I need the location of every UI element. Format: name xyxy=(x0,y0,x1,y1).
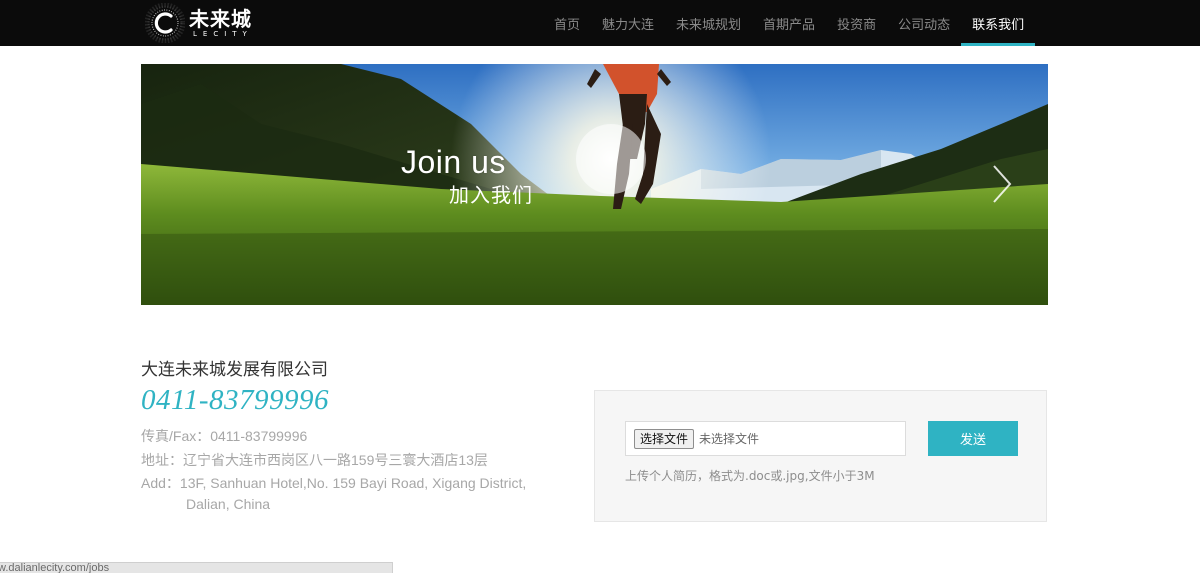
brand-name-cn: 未来城 xyxy=(189,7,252,31)
nav-item-charm-dalian[interactable]: 魅力大连 xyxy=(591,0,665,46)
file-input[interactable]: 选择文件 未选择文件 xyxy=(625,421,906,456)
hero-banner-image xyxy=(141,64,1048,305)
nav-item-company-news[interactable]: 公司动态 xyxy=(887,0,961,46)
file-status-text: 未选择文件 xyxy=(699,432,760,446)
company-name: 大连未来城发展有限公司 xyxy=(141,360,328,380)
banner-subtitle: 加入我们 xyxy=(449,183,533,207)
status-url: w.dalianlecity.com/jobs xyxy=(0,562,110,573)
resume-upload-panel: 选择文件 未选择文件 发送 上传个人简历，格式为.doc或.jpg,文件小于3M xyxy=(594,390,1047,522)
contact-fax: 传真/Fax：0411-83799996 xyxy=(141,428,308,444)
nav-item-city-planning[interactable]: 未来城规划 xyxy=(665,0,752,46)
choose-file-button[interactable]: 选择文件 xyxy=(634,428,695,449)
main-nav: 首页 魅力大连 未来城规划 首期产品 投资商 公司动态 联系我们 xyxy=(543,0,1036,46)
contact-address-en-line1: Add：13F, Sanhuan Hotel,No. 159 Bayi Road… xyxy=(141,475,527,491)
banner-title: Join us xyxy=(401,144,506,180)
browser-status-bar: w.dalianlecity.com/jobs xyxy=(0,562,393,573)
contact-address-en-line2: Dalian, China xyxy=(186,496,271,512)
send-button[interactable]: 发送 xyxy=(928,421,1018,456)
nav-item-first-products[interactable]: 首期产品 xyxy=(752,0,826,46)
nav-item-investors[interactable]: 投资商 xyxy=(826,0,887,46)
brand-logo[interactable]: 未来城 LECITY xyxy=(144,2,253,44)
contact-address-cn: 地址：辽宁省大连市西岗区八一路159号三寰大酒店13层 xyxy=(141,452,488,468)
contact-phone: 0411-83799996 xyxy=(141,384,330,416)
top-navbar: 未来城 LECITY 首页 魅力大连 未来城规划 首期产品 投资商 公司动态 联… xyxy=(0,0,1200,46)
hero-banner: Join us 加入我们 xyxy=(141,64,1048,305)
nav-item-contact-us[interactable]: 联系我们 xyxy=(961,0,1036,46)
chevron-right-icon[interactable] xyxy=(986,164,1016,204)
logo-mark-icon xyxy=(144,2,186,44)
brand-name-en: LECITY xyxy=(193,30,253,38)
nav-item-home[interactable]: 首页 xyxy=(543,0,591,46)
upload-hint: 上传个人简历，格式为.doc或.jpg,文件小于3M xyxy=(625,469,875,483)
